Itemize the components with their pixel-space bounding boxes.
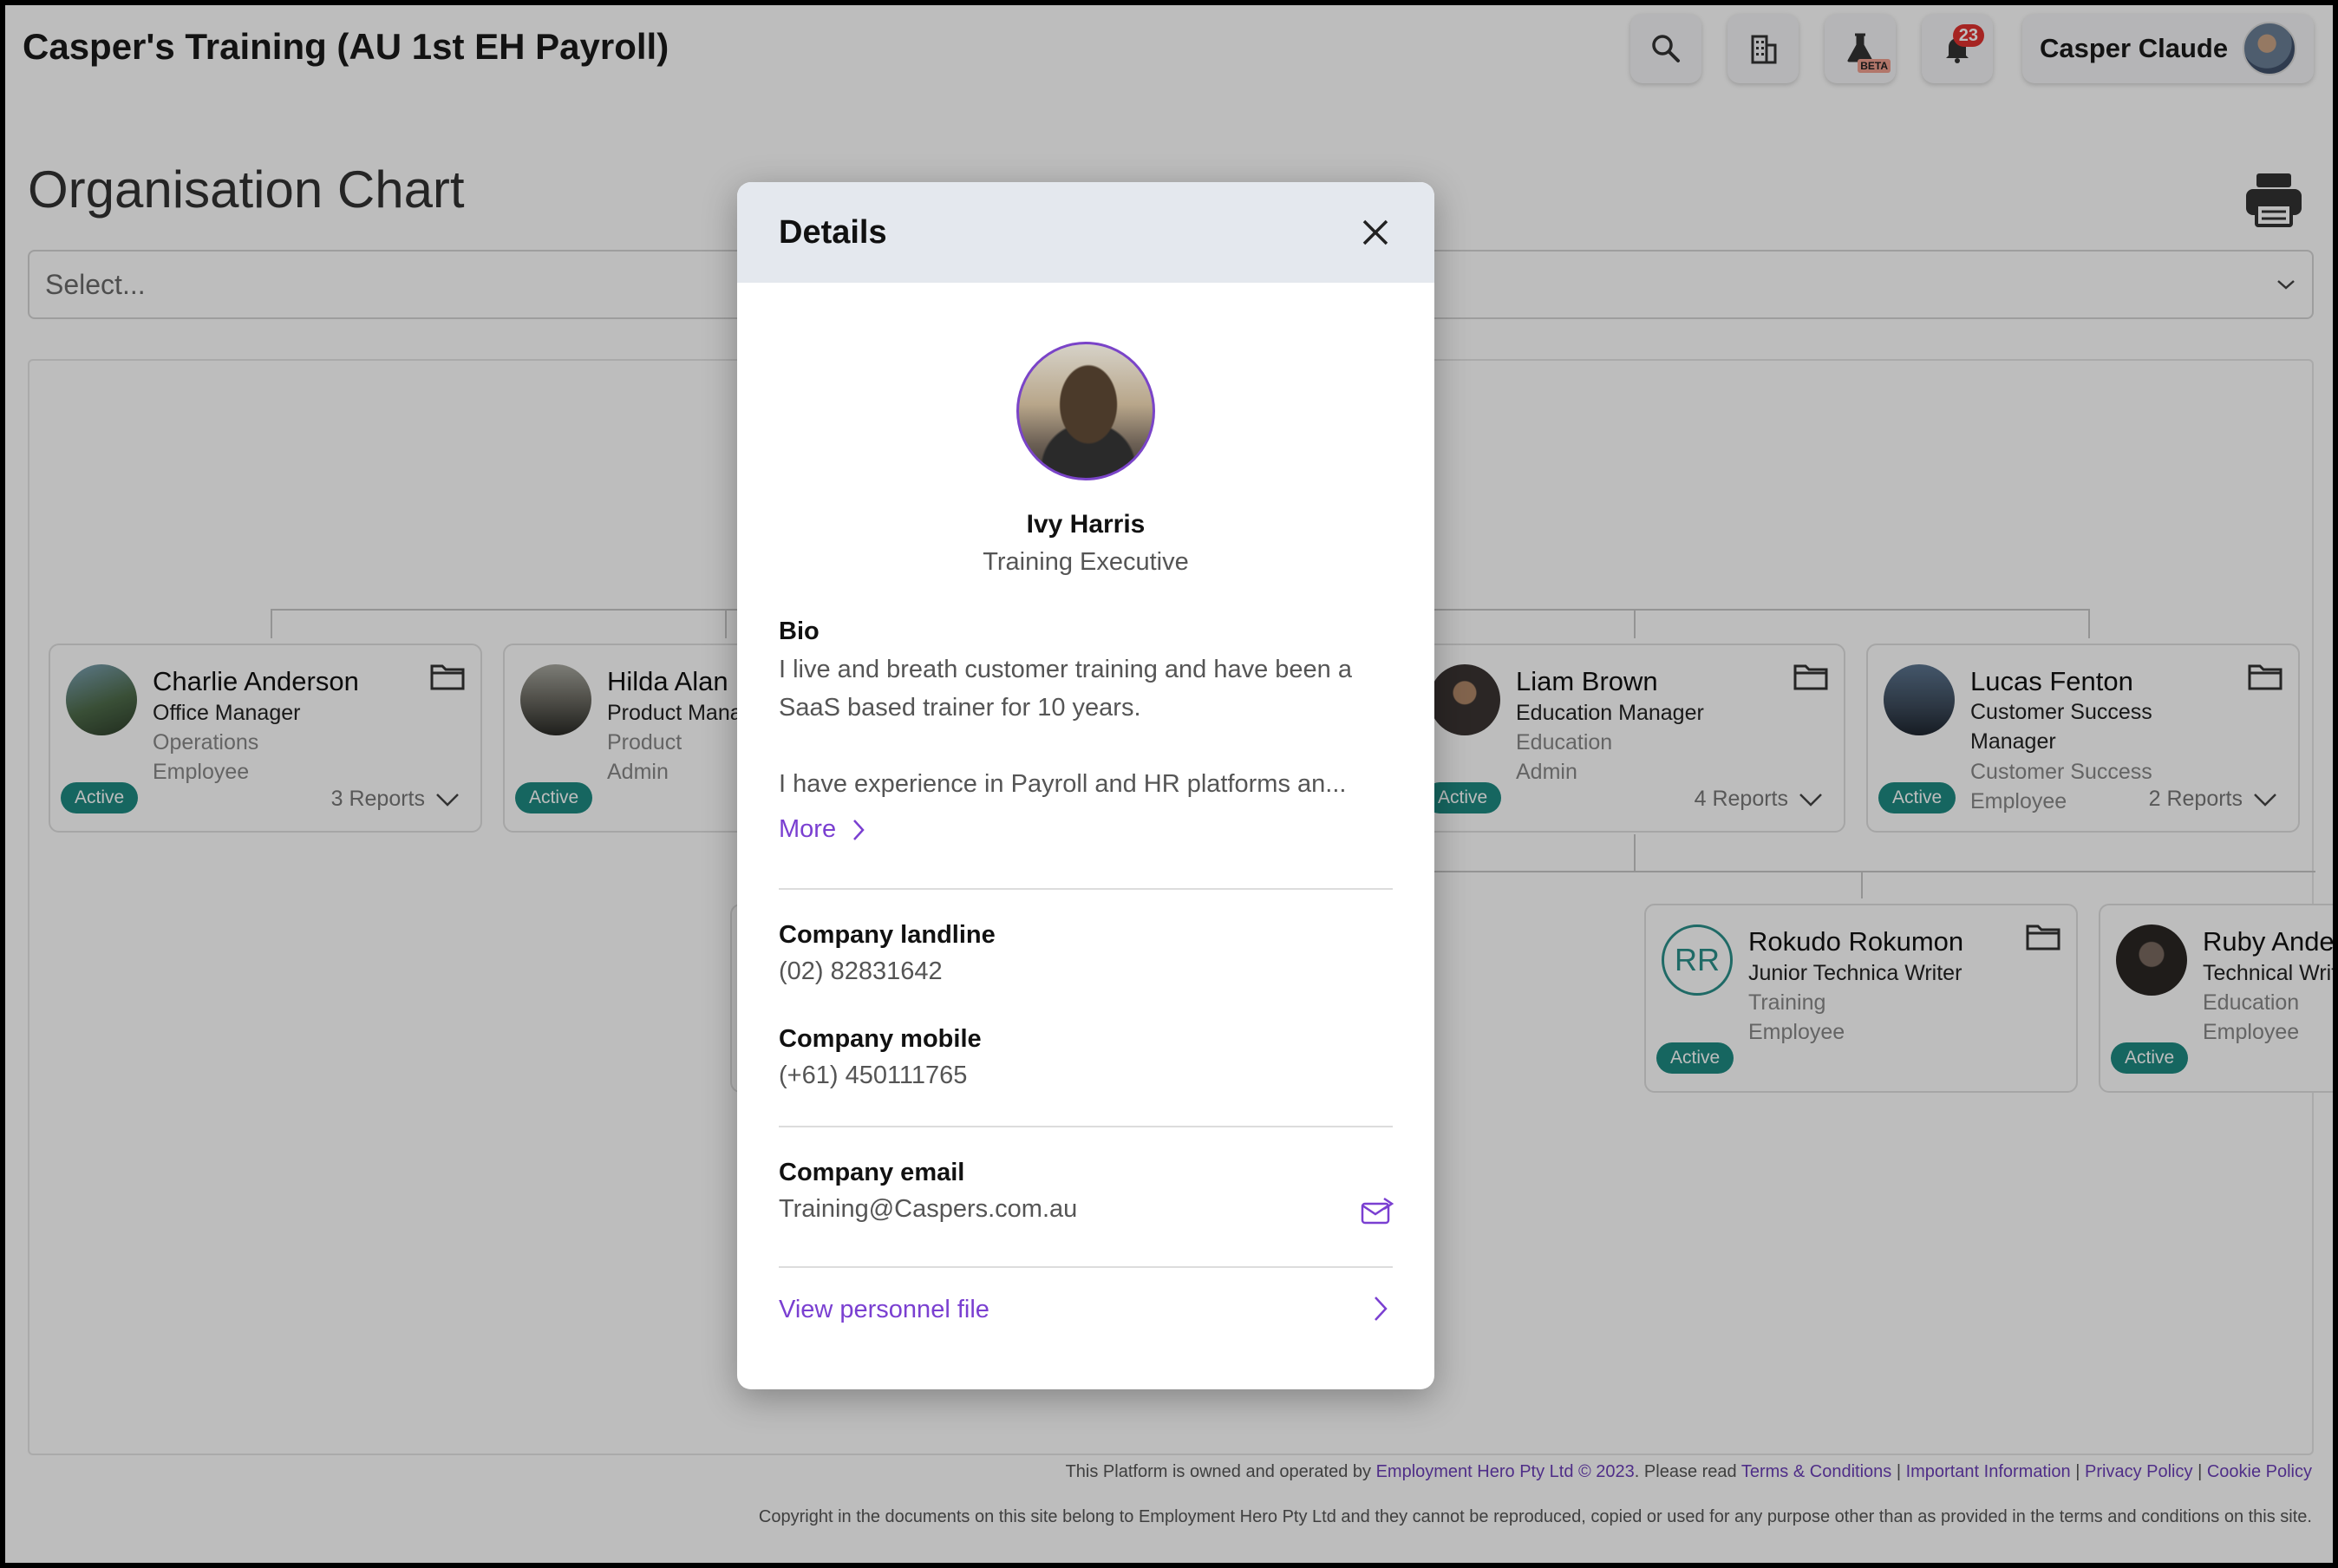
chevron-right-icon[interactable]	[1370, 1294, 1391, 1323]
landline-value: (02) 82831642	[779, 957, 943, 985]
bio-line-1: I live and breath customer training and …	[779, 656, 1352, 683]
modal-title: Details	[779, 213, 887, 251]
divider	[779, 888, 1393, 890]
profile-name: Ivy Harris	[1026, 510, 1146, 539]
email-label: Company email	[779, 1159, 965, 1186]
bio-more-link[interactable]: More	[779, 815, 865, 844]
divider	[779, 1266, 1393, 1268]
profile-role: Training Executive	[983, 548, 1189, 576]
close-icon	[1362, 219, 1388, 245]
close-button[interactable]	[1358, 215, 1393, 250]
bio-line-2: SaaS based trainer for 10 years.	[779, 694, 1141, 722]
email-value[interactable]: Training@Caspers.com.au	[779, 1190, 1077, 1228]
profile-photo	[1016, 342, 1155, 480]
bio-label: Bio	[779, 617, 820, 645]
divider	[779, 1126, 1393, 1127]
mobile-value: (+61) 450111765	[779, 1062, 968, 1089]
bio-line-3: I have experience in Payroll and HR plat…	[779, 770, 1347, 798]
landline-label: Company landline	[779, 921, 996, 949]
more-label: More	[779, 815, 837, 843]
mobile-label: Company mobile	[779, 1025, 982, 1053]
chevron-right-icon	[853, 819, 865, 840]
app-frame: Casper's Training (AU 1st EH Payroll) BE…	[5, 5, 2333, 1563]
modal-header: Details	[737, 182, 1434, 283]
view-personnel-file-link[interactable]: View personnel file	[779, 1296, 989, 1324]
send-email-icon[interactable]	[1360, 1197, 1394, 1226]
details-modal: Details Ivy Harris Training Executive Bi…	[737, 182, 1434, 1389]
